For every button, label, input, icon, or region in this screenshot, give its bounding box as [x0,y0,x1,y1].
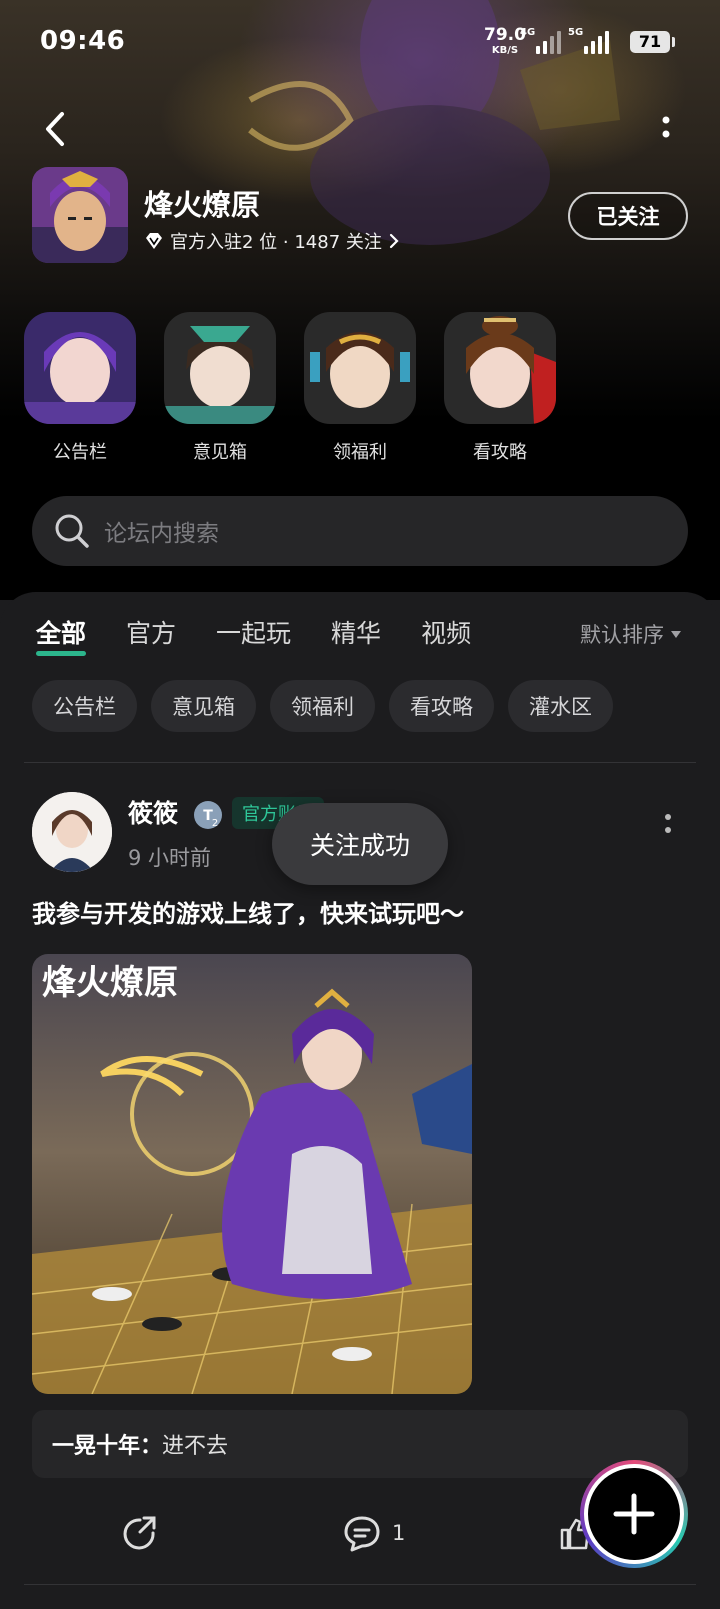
search-icon [55,514,89,548]
forum-search-input[interactable]: 论坛内搜索 [32,496,688,566]
comment-icon [344,1516,380,1552]
back-button[interactable] [36,108,76,150]
comment-button[interactable]: 1 [342,1514,405,1552]
following-button[interactable]: 已关注 [568,192,688,240]
shortcut-image [444,312,556,424]
feed-tabs: 全部 官方 一起玩 精华 视频 [36,614,471,658]
shortcut-image [304,312,416,424]
toast-message: 关注成功 [272,803,448,885]
comment-author: 一晃十年： [52,1434,163,1459]
chip-guides[interactable]: 看攻略 [389,680,494,732]
diamond-icon [146,233,162,249]
more-vertical-icon [662,116,670,138]
divider [24,1584,696,1585]
forum-meta-text: 官方入驻2 位 · 1487 关注 [170,232,382,253]
share-button[interactable] [120,1514,158,1552]
forum-header-banner: 09:46 79.0 KB/S 4G 5G 71 烽火燎原 官方入驻2 位 · … [0,0,720,600]
chip-feedback[interactable]: 意见箱 [151,680,256,732]
divider [24,762,696,763]
comment-text: 进不去 [162,1434,229,1459]
shortcut-announcements[interactable]: 公告栏 [24,312,136,464]
chevron-left-icon [46,112,64,146]
tab-featured[interactable]: 精华 [331,614,381,658]
comment-count: 1 [392,1521,406,1545]
signal-icon-sim2: 5G [568,27,609,54]
chip-chat[interactable]: 灌水区 [508,680,613,732]
clock: 09:46 [40,26,126,56]
post-image[interactable]: 烽火燎原 [32,954,472,1394]
caret-down-icon [671,631,681,638]
tab-play-together[interactable]: 一起玩 [216,614,291,658]
top-comment[interactable]: 一晃十年： 进不去 [32,1410,688,1478]
category-chips: 公告栏 意见箱 领福利 看攻略 灌水区 [32,680,613,732]
chip-rewards[interactable]: 领福利 [270,680,375,732]
sort-label: 默认排序 [580,623,664,647]
create-post-button[interactable] [580,1460,688,1568]
forum-title: 烽火燎原 [144,188,261,222]
more-options-button[interactable] [654,108,678,150]
search-placeholder: 论坛内搜索 [104,521,219,547]
forum-avatar[interactable] [32,167,128,263]
forum-meta-link[interactable]: 官方入驻2 位 · 1487 关注 [144,228,400,254]
shortcut-rewards[interactable]: 领福利 [304,312,416,464]
more-vertical-icon [665,814,671,833]
chevron-right-icon [389,233,399,249]
feed-panel: 全部 官方 一起玩 精华 视频 默认排序 公告栏 意见箱 领福利 看攻略 灌水区… [0,592,720,1609]
svg-text:2: 2 [212,818,218,829]
shortcut-image [164,312,276,424]
shortcut-image [24,312,136,424]
battery-icon: 71 [630,31,675,53]
tab-official[interactable]: 官方 [126,614,176,658]
chip-announcements[interactable]: 公告栏 [32,680,137,732]
shortcut-guides[interactable]: 看攻略 [444,312,556,464]
tab-video[interactable]: 视频 [421,614,471,658]
author-avatar[interactable] [32,792,112,872]
post-more-button[interactable] [660,812,676,836]
tab-all[interactable]: 全部 [36,614,87,658]
post-time: 9 小时前 [128,846,212,870]
svg-text:烽火燎原: 烽火燎原 [42,963,178,1003]
status-bar: 09:46 79.0 KB/S 4G 5G 71 [0,0,720,84]
share-icon [123,1516,156,1550]
plus-icon [613,1493,655,1535]
post-author-name[interactable]: 筱筱 [128,794,178,830]
shortcut-feedback[interactable]: 意见箱 [164,312,276,464]
sort-dropdown[interactable]: 默认排序 [580,619,682,649]
post-content[interactable]: 我参与开发的游戏上线了，快来试玩吧～ [32,894,464,929]
signal-icon-sim1: 4G [520,27,561,54]
level-badge-icon: T 2 [192,799,224,831]
forum-shortcuts: 公告栏 意见箱 领福利 看攻略 [24,312,556,464]
